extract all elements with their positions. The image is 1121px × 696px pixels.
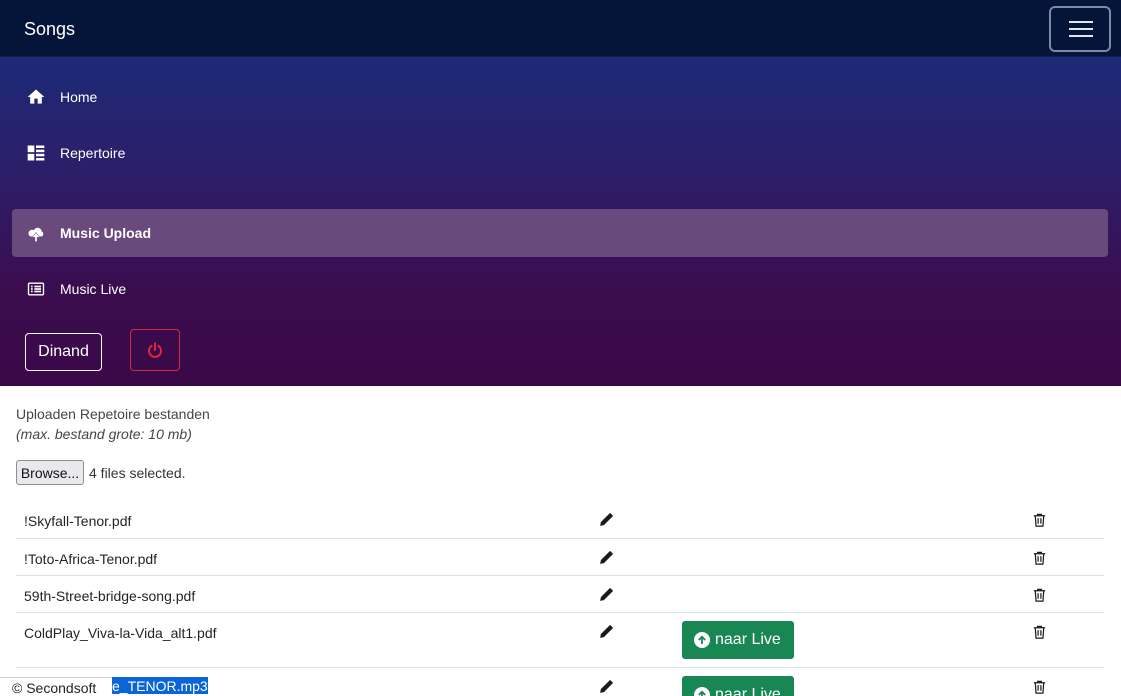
upload-size-note: (max. bestand grote: 10 mb) [16,426,192,442]
logout-button[interactable] [130,329,180,371]
nav-item-home[interactable]: Home [12,73,1108,121]
naar-live-label: naar Live [715,631,781,648]
pencil-icon[interactable] [598,587,614,603]
trash-icon[interactable] [1032,624,1047,640]
navigation-menu: Home Repertoire Music Upload Music Live … [0,57,1121,386]
naar-live-label: naar Live [715,686,781,696]
file-name: 59th-Street-bridge-song.pdf [24,588,196,604]
top-navbar: Songs [0,0,1121,57]
pencil-icon[interactable] [598,550,614,566]
naar-live-button[interactable]: naar Live [682,621,794,659]
browse-button[interactable]: Browse... [16,460,84,485]
arrow-up-circle-icon [694,632,710,648]
table-row: !Skyfall-Tenor.pdf [16,501,1104,539]
nav-item-repertoire[interactable]: Repertoire [12,129,1108,177]
list-icon [27,282,45,296]
upload-section: Uploaden Repetoire bestanden (max. besta… [0,386,1121,696]
files-selected-text: 4 files selected. [89,465,186,481]
nav-item-label: Music Upload [60,225,152,241]
table-row: 59th-Street-bridge-song.pdf [16,576,1104,613]
arrow-up-circle-icon [694,687,710,696]
nav-item-label: Home [60,89,98,105]
table-row: !Toto-Africa-Tenor.pdf [16,539,1104,576]
file-name: ColdPlay_Viva-la-Vida_alt1.pdf [24,625,217,641]
naar-live-button[interactable]: naar Live [682,676,794,696]
nav-item-label: Repertoire [60,145,126,161]
trash-icon[interactable] [1032,679,1047,695]
dashboard-icon [27,145,45,161]
pencil-icon[interactable] [598,624,614,640]
trash-icon[interactable] [1032,512,1047,528]
pencil-icon[interactable] [598,679,614,695]
nav-item-music-live[interactable]: Music Live [12,265,1108,313]
trash-icon[interactable] [1032,587,1047,603]
home-icon [27,89,45,104]
pencil-icon[interactable] [598,512,614,528]
nav-item-music-upload[interactable]: Music Upload [12,209,1108,257]
cloud-upload-icon [28,227,44,242]
user-button[interactable]: Dinand [25,333,102,371]
nav-item-label: Music Live [60,281,127,297]
upload-title: Uploaden Repetoire bestanden [16,406,210,422]
hamburger-menu-icon[interactable] [1049,6,1111,52]
power-icon [148,342,162,358]
brand-title[interactable]: Songs [24,19,75,40]
file-name: !Skyfall-Tenor.pdf [24,513,132,529]
trash-icon[interactable] [1032,550,1047,566]
table-row: ColdPlay_Viva-la-Vida_alt1.pdf naar Live [16,613,1104,668]
file-name: e_TENOR.mp3 [112,677,208,694]
footer-copyright: © Secondsoft [0,677,112,696]
file-name: !Toto-Africa-Tenor.pdf [24,551,158,567]
